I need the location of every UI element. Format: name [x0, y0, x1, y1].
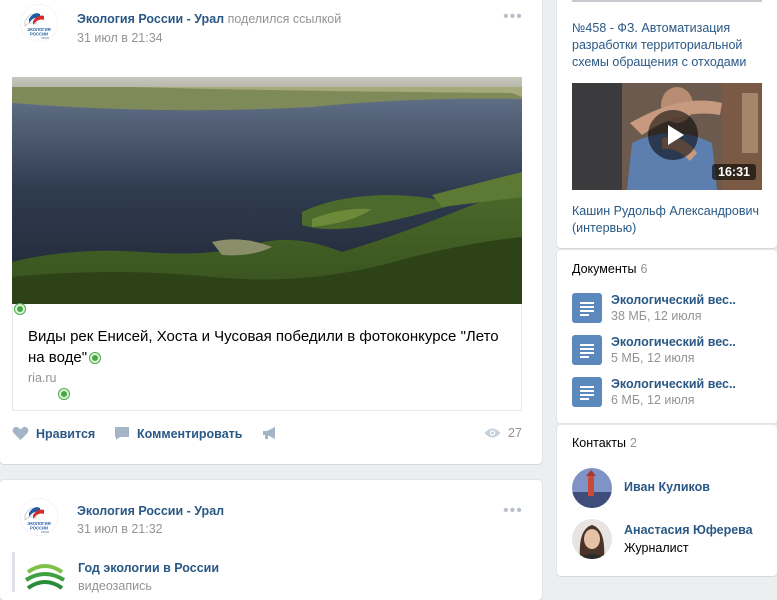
document-item[interactable]: Экологический вес.. 5 МБ, 12 июля	[572, 335, 772, 367]
document-icon	[572, 293, 602, 323]
document-meta: 6 МБ, 12 июля	[611, 393, 695, 407]
article-image-strip[interactable]	[572, 0, 762, 2]
post-actions: Нравится Комментировать 27	[12, 426, 524, 446]
more-icon[interactable]: •••	[503, 502, 523, 520]
post-author[interactable]: Экология России - Урал поделился ссылкой	[77, 12, 341, 26]
contact-role: Журналист	[624, 541, 689, 555]
document-item[interactable]: Экологический вес.. 6 МБ, 12 июля	[572, 377, 772, 409]
video-thumbnail[interactable]: 16:31	[572, 83, 762, 190]
post-action-text: поделился ссылкой	[227, 12, 342, 26]
document-name[interactable]: Экологический вес..	[611, 335, 736, 349]
link-preview-image[interactable]	[12, 77, 522, 304]
views-counter: 27	[484, 426, 522, 440]
more-icon[interactable]: •••	[503, 8, 523, 26]
status-dot-icon	[90, 353, 101, 364]
document-meta: 38 МБ, 12 июля	[611, 309, 702, 323]
status-dot-icon	[59, 386, 69, 400]
heart-icon	[12, 426, 29, 440]
link-title[interactable]: Виды рек Енисей, Хоста и Чусовая победил…	[28, 326, 508, 368]
document-item[interactable]: Экологический вес.. 38 МБ, 12 июля	[572, 293, 772, 325]
like-button[interactable]: Нравится	[12, 426, 95, 441]
contacts-count: 2	[630, 436, 637, 450]
document-name[interactable]: Экологический вес..	[611, 293, 736, 307]
megaphone-icon	[263, 427, 275, 439]
contacts-block: Контакты 2 Иван Куликов Анастасия Юферева…	[557, 424, 777, 576]
link-source[interactable]: ria.ru	[28, 371, 56, 385]
attachment-subtitle: видеозапись	[78, 579, 152, 593]
play-button[interactable]	[648, 110, 698, 160]
post-date[interactable]: 31 июл в 21:34	[77, 31, 163, 45]
contact-name[interactable]: Анастасия Юферева	[624, 523, 753, 537]
post-card: ЭКОЛОГИЯ РОССИИ УРАЛ Экология России - У…	[0, 0, 542, 464]
document-meta: 5 МБ, 12 июля	[611, 351, 695, 365]
post-author-name[interactable]: Экология России - Урал	[77, 504, 224, 518]
post-card: ЭКОЛОГИЯ РОССИИ УРАЛ Экология России - У…	[0, 480, 542, 600]
contact-item[interactable]: Иван Куликов	[572, 468, 772, 508]
avatar[interactable]	[572, 519, 612, 559]
video-duration: 16:31	[712, 164, 756, 180]
attachment-title[interactable]: Год экологии в России	[78, 561, 219, 575]
documents-label[interactable]: Документы	[572, 262, 636, 276]
like-label[interactable]: Нравится	[36, 427, 95, 441]
documents-block: Документы 6 Экологический вес.. 38 МБ, 12…	[557, 250, 777, 424]
community-logo[interactable]: ЭКОЛОГИЯ РОССИИ УРАЛ	[20, 4, 58, 42]
eye-icon	[484, 428, 501, 438]
document-name[interactable]: Экологический вес..	[611, 377, 736, 391]
attachment-thumbnail[interactable]	[24, 556, 66, 598]
comment-label[interactable]: Комментировать	[137, 427, 242, 441]
contacts-header[interactable]: Контакты 2	[572, 436, 637, 450]
share-button[interactable]	[262, 426, 286, 440]
play-icon	[668, 125, 684, 145]
svg-text:УРАЛ: УРАЛ	[41, 36, 49, 40]
community-logo[interactable]: ЭКОЛОГИЯ РОССИИ УРАЛ	[20, 498, 58, 536]
contacts-label[interactable]: Контакты	[572, 436, 626, 450]
contact-item[interactable]: Анастасия Юферева Журналист	[572, 519, 772, 559]
video-title[interactable]: Кашин Рудольф Александрович (интервью)	[572, 203, 767, 237]
documents-header[interactable]: Документы 6	[572, 262, 647, 276]
document-icon	[572, 377, 602, 407]
sidebar-media-block: №458 - ФЗ. Автоматизация разработки терр…	[557, 0, 777, 248]
post-author-name[interactable]: Экология России - Урал	[77, 12, 224, 26]
comment-button[interactable]: Комментировать	[114, 426, 242, 441]
comment-icon	[115, 427, 129, 440]
avatar[interactable]	[572, 468, 612, 508]
document-icon	[572, 335, 602, 365]
contact-name[interactable]: Иван Куликов	[624, 480, 710, 494]
documents-count: 6	[640, 262, 648, 276]
views-count: 27	[508, 426, 522, 440]
attachment-divider	[12, 552, 15, 592]
svg-text:УРАЛ: УРАЛ	[41, 530, 49, 534]
link-preview[interactable]: Виды рек Енисей, Хоста и Чусовая победил…	[12, 304, 522, 411]
article-title[interactable]: №458 - ФЗ. Автоматизация разработки терр…	[572, 20, 762, 71]
post-date[interactable]: 31 июл в 21:32	[77, 522, 163, 536]
